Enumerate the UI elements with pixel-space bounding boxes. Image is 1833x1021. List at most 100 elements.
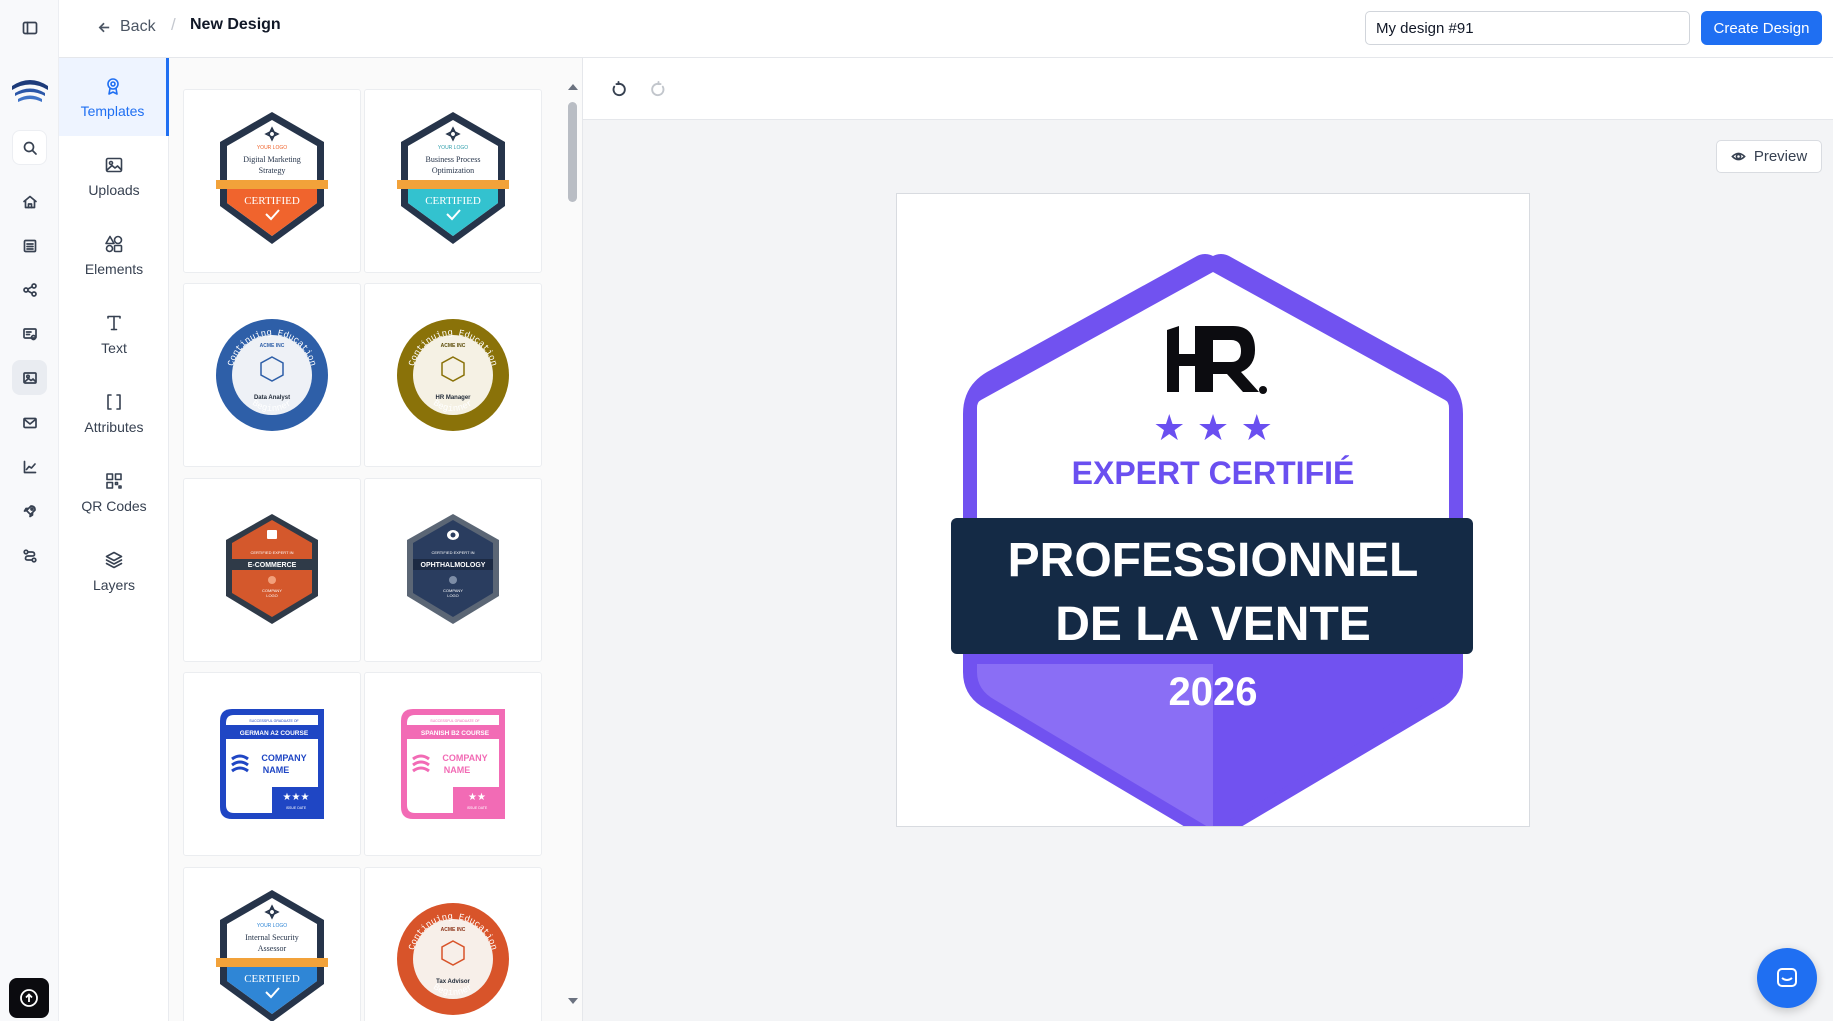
upload-icon[interactable] (9, 978, 49, 1018)
template-thumbnail: CERTIFIED EXPERT IN E-COMMERCE COMPANY L… (226, 514, 318, 624)
chat-support-button[interactable] (1757, 948, 1817, 1008)
template-name2: NAME (444, 765, 471, 775)
template-top: CERTIFIED EXPERT IN (431, 550, 474, 555)
certificate-badge[interactable]: ★ ★ ★ EXPERT CERTIFIÉ PROFESSIONNEL DE L… (897, 194, 1529, 838)
home-icon[interactable] (12, 184, 47, 219)
scroll-down-arrow-icon[interactable] (568, 998, 578, 1004)
tool-templates[interactable]: Templates (59, 58, 169, 136)
badge-banner-line1: PROFESSIONNEL (1008, 534, 1419, 587)
template-thumbnail: YOUR LOGO Internal Security Assessor CER… (216, 890, 328, 1021)
template-thumbnail: SUCCESSFUL GRADUATE OF SPANISH B2 COURSE… (401, 709, 505, 819)
template-card[interactable]: YOUR LOGO Business Process Optimization … (364, 89, 542, 273)
template-card[interactable]: SUCCESSFUL GRADUATE OF GERMAN A2 COURSE … (183, 672, 361, 856)
path-icon[interactable] (12, 538, 47, 573)
scroll-thumb[interactable] (568, 102, 577, 202)
tool-label: Layers (92, 576, 136, 593)
template-card[interactable]: YOUR LOGO Digital Marketing Strategy CER… (183, 89, 361, 273)
tool-text[interactable]: Text (59, 295, 169, 373)
template-title: E-COMMERCE (248, 562, 297, 569)
tool-qr-codes[interactable]: QR Codes (59, 453, 169, 531)
template-role: Tax Advisor (436, 979, 470, 985)
template-role: Data Analyst (254, 395, 290, 401)
rocket-icon[interactable] (12, 493, 47, 528)
chat-icon (1777, 968, 1797, 987)
template-line1: Business Process (426, 155, 481, 164)
template-top: SUCCESSFUL GRADUATE OF (249, 719, 298, 723)
template-gallery: YOUR LOGO Digital Marketing Strategy CER… (169, 58, 583, 1021)
image-icon[interactable] (12, 360, 47, 395)
tool-sidebar: Templates Uploads Elements Text Attribut… (59, 58, 169, 1021)
template-card[interactable]: Continuing Education Beginner ACME INC D… (183, 283, 361, 467)
badge-stars: ★ ★ ★ (1153, 408, 1273, 449)
undo-icon[interactable] (607, 78, 629, 100)
template-logo-text: YOUR LOGO (438, 145, 468, 151)
layers-icon (105, 551, 123, 568)
chart-icon[interactable] (12, 449, 47, 484)
tool-label: QR Codes (81, 497, 147, 514)
badge-subtitle: EXPERT CERTIFIÉ (1072, 455, 1355, 491)
tool-label: Attributes (84, 418, 144, 435)
template-card[interactable]: YOUR LOGO Internal Security Assessor CER… (183, 867, 361, 1021)
tool-label: Templates (80, 102, 145, 119)
template-card[interactable]: CERTIFIED EXPERT IN E-COMMERCE COMPANY L… (183, 478, 361, 662)
template-card[interactable]: CERTIFIED EXPERT IN OPHTHALMOLOGY COMPAN… (364, 478, 542, 662)
template-ribbon: CERTIFIED (244, 973, 300, 985)
create-design-button[interactable]: Create Design (1701, 11, 1822, 45)
tool-label: Elements (84, 260, 144, 277)
search-icon[interactable] (12, 130, 47, 165)
template-top: CERTIFIED EXPERT IN (250, 550, 293, 555)
template-line1: Internal Security (245, 933, 299, 942)
page-title: New Design (190, 16, 281, 33)
brand-logo[interactable] (9, 72, 51, 110)
ribbon-icon (106, 77, 119, 95)
template-thumbnail: Continuing Education Beginner ACME INC T… (397, 903, 509, 1015)
template-line1: Digital Marketing (243, 155, 301, 164)
sidebar-toggle-icon[interactable] (12, 10, 47, 45)
template-company: ACME INC (441, 927, 466, 933)
brackets-icon (107, 393, 121, 410)
tool-label: Uploads (88, 181, 140, 198)
tool-uploads[interactable]: Uploads (59, 137, 169, 215)
redo-icon[interactable] (647, 78, 669, 100)
tool-elements[interactable]: Elements (59, 216, 169, 294)
template-thumbnail: CERTIFIED EXPERT IN OPHTHALMOLOGY COMPAN… (407, 514, 499, 624)
template-thumbnail: Continuing Education Beginner ACME INC H… (397, 319, 509, 431)
scroll-up-arrow-icon[interactable] (568, 84, 578, 90)
template-stars: ★★ (468, 792, 486, 803)
badge-year: 2026 (1169, 670, 1258, 714)
template-card[interactable]: SUCCESSFUL GRADUATE OF SPANISH B2 COURSE… (364, 672, 542, 856)
template-ribbon: CERTIFIED (244, 195, 300, 207)
template-line2: Optimization (432, 166, 474, 175)
preview-button[interactable]: Preview (1716, 140, 1822, 173)
back-button[interactable]: Back (97, 16, 156, 38)
template-role: HR Manager (435, 395, 471, 401)
design-name-input[interactable] (1365, 11, 1690, 45)
template-name2: NAME (263, 765, 290, 775)
tool-layers[interactable]: Layers (59, 532, 169, 610)
gallery-scrollbar[interactable] (565, 78, 579, 1008)
template-title: SPANISH B2 COURSE (421, 730, 490, 737)
template-company: ACME INC (441, 343, 466, 349)
mail-icon[interactable] (12, 405, 47, 440)
qr-icon (106, 472, 122, 489)
design-artboard[interactable]: ★ ★ ★ EXPERT CERTIFIÉ PROFESSIONNEL DE L… (896, 193, 1530, 838)
image-icon (105, 157, 123, 172)
tool-attributes[interactable]: Attributes (59, 374, 169, 452)
template-logo-text: YOUR LOGO (257, 145, 287, 151)
arrow-left-icon (98, 22, 110, 32)
breadcrumb-separator: / (171, 15, 176, 34)
template-date: ISSUE DATE (467, 806, 488, 810)
flow-icon[interactable] (12, 272, 47, 307)
shapes-icon (105, 235, 123, 252)
preview-label: Preview (1753, 148, 1808, 165)
template-thumbnail: Continuing Education Beginner ACME INC D… (216, 319, 328, 431)
template-name1: COMPANY (261, 753, 306, 763)
canvas-area: Preview ★ ★ ★ EXPERT CERTIFIÉ PROFESSION… (583, 58, 1833, 1021)
eye-icon (1731, 152, 1746, 161)
template-company: ACME INC (260, 343, 285, 349)
badge-icon[interactable] (12, 316, 47, 351)
template-card[interactable]: Continuing Education Beginner ACME INC H… (364, 283, 542, 467)
list-icon[interactable] (12, 228, 47, 263)
template-card[interactable]: Continuing Education Beginner ACME INC T… (364, 867, 542, 1021)
badge-banner-line2: DE LA VENTE (1055, 598, 1371, 651)
